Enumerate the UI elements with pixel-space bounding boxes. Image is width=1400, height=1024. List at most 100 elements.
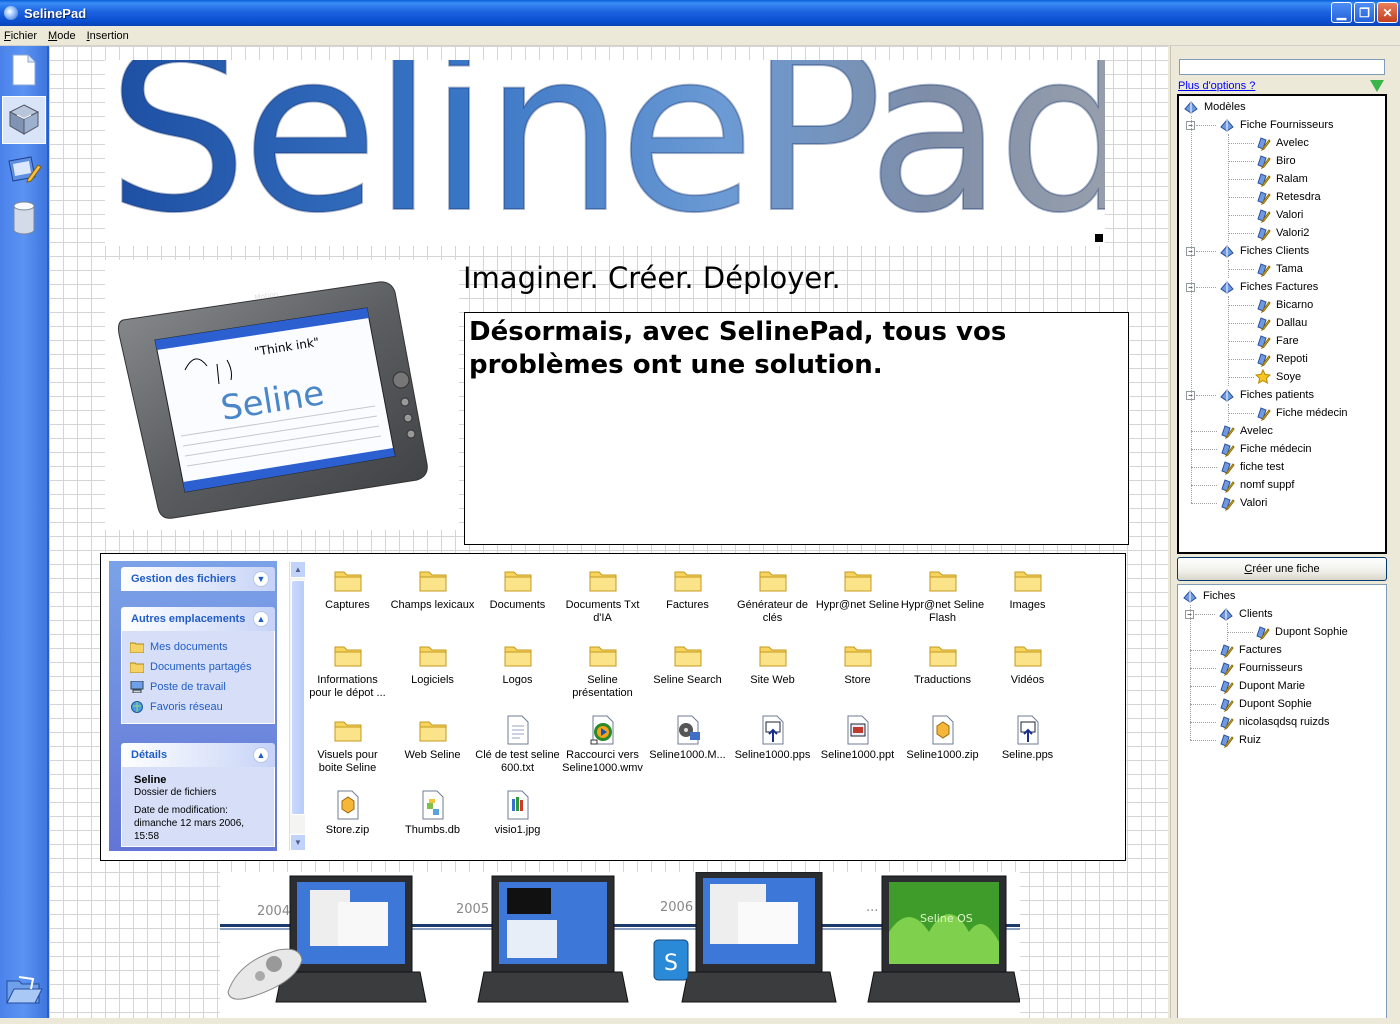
restore-button[interactable]: ❐ bbox=[1354, 2, 1375, 23]
file-item[interactable]: Seline Search bbox=[645, 639, 730, 687]
file-item[interactable]: Seline1000.zip bbox=[900, 714, 985, 762]
database-icon[interactable] bbox=[4, 198, 44, 238]
collapse-chevron-icon[interactable]: ▲ bbox=[253, 747, 269, 763]
file-item[interactable]: Factures bbox=[645, 564, 730, 612]
link-documents-partages[interactable]: Documents partagés bbox=[129, 657, 266, 677]
tree-leaf[interactable]: Bicarno bbox=[1255, 296, 1313, 314]
tree-item[interactable]: nicolasqdsq ruizds bbox=[1218, 713, 1330, 731]
templates-tree[interactable]: Modèles − Fiche Fournisseurs Avelec Biro Rala… bbox=[1177, 94, 1387, 554]
tree-group[interactable]: Fiches Clients bbox=[1219, 242, 1309, 260]
tree-leaf[interactable]: Fare bbox=[1255, 332, 1299, 350]
tree-leaf[interactable]: Dallau bbox=[1255, 314, 1307, 332]
tree-item[interactable]: Avelec bbox=[1219, 422, 1273, 440]
new-page-icon[interactable] bbox=[4, 50, 44, 90]
file-item[interactable]: Logiciels bbox=[390, 639, 475, 687]
link-mes-documents[interactable]: Mes documents bbox=[129, 637, 266, 657]
tree-item[interactable]: Valori bbox=[1219, 494, 1267, 512]
file-item[interactable]: Vidéos bbox=[985, 639, 1070, 687]
expand-arrow-icon[interactable] bbox=[1370, 80, 1384, 92]
file-item[interactable]: Seline1000.pps bbox=[730, 714, 815, 762]
details-header[interactable]: Détails ▲ bbox=[121, 743, 275, 767]
file-item[interactable]: Hypr@net Seline bbox=[815, 564, 900, 612]
other-places-header[interactable]: Autres emplacements ▲ bbox=[121, 607, 275, 631]
tree-item[interactable]: nomf suppf bbox=[1219, 476, 1294, 494]
close-button[interactable]: ✕ bbox=[1377, 2, 1398, 23]
design-canvas[interactable]: SelinePad SelinePad "Think ink" Seline M… bbox=[49, 46, 1168, 1018]
file-item[interactable]: Clé de test seline 600.txt bbox=[475, 714, 560, 775]
file-item[interactable]: Images bbox=[985, 564, 1070, 612]
file-explorer[interactable]: Gestion des fichiers ▼ Autres emplacemen… bbox=[100, 553, 1126, 861]
tree-item[interactable]: Fiche médecin bbox=[1219, 440, 1312, 458]
tree-item[interactable]: Factures bbox=[1218, 641, 1282, 659]
scroll-down-arrow-icon[interactable]: ▼ bbox=[290, 834, 306, 851]
edit-form-icon[interactable] bbox=[4, 150, 44, 190]
headline-textbox[interactable]: Désormais, avec SelinePad, tous vos prob… bbox=[464, 312, 1129, 545]
task-pane-scrollbar[interactable]: ▲ ▼ bbox=[289, 561, 306, 851]
tree-leaf[interactable]: Soye bbox=[1254, 368, 1301, 386]
tree-group[interactable]: Fiches patients bbox=[1219, 386, 1314, 404]
records-tree[interactable]: Fiches − Clients Dupont Sophie Factures Fourn… bbox=[1177, 584, 1387, 1020]
menu-fichier[interactable]: Fichier bbox=[4, 30, 37, 42]
tree-root[interactable]: Fiches bbox=[1182, 587, 1235, 605]
tree-leaf[interactable]: Dupont Sophie bbox=[1254, 623, 1348, 641]
create-record-button[interactable]: Créer une fiche bbox=[1177, 557, 1387, 581]
file-item[interactable]: Hypr@net Seline Flash bbox=[900, 564, 985, 625]
link-favoris-reseau[interactable]: Favoris réseau bbox=[130, 697, 266, 717]
menu-insertion[interactable]: Insertion bbox=[87, 30, 129, 42]
tree-item[interactable]: Fournisseurs bbox=[1218, 659, 1303, 677]
tree-leaf[interactable]: Ralam bbox=[1255, 170, 1308, 188]
modules-icon[interactable] bbox=[2, 96, 46, 144]
file-item[interactable]: Seline1000.ppt bbox=[815, 714, 900, 762]
file-item[interactable]: Informations pour le dépot ... bbox=[305, 639, 390, 700]
open-folder-icon[interactable] bbox=[4, 970, 44, 1010]
file-item[interactable]: Traductions bbox=[900, 639, 985, 687]
search-input[interactable] bbox=[1179, 59, 1385, 75]
file-item[interactable]: Captures bbox=[305, 564, 390, 612]
file-item[interactable]: Store bbox=[815, 639, 900, 687]
tree-item[interactable]: Ruiz bbox=[1218, 731, 1261, 749]
file-item[interactable]: Seline1000.M... bbox=[645, 714, 730, 762]
file-item[interactable]: visio1.jpg bbox=[475, 789, 560, 837]
tree-item[interactable]: fiche test bbox=[1219, 458, 1284, 476]
file-management-header[interactable]: Gestion des fichiers ▼ bbox=[121, 567, 275, 591]
scroll-thumb[interactable] bbox=[291, 580, 305, 815]
file-item[interactable]: Raccourci vers Seline1000.wmv bbox=[560, 714, 645, 775]
file-item[interactable]: Store.zip bbox=[305, 789, 390, 837]
file-item[interactable]: Site Web bbox=[730, 639, 815, 687]
resize-handle[interactable] bbox=[1095, 234, 1103, 242]
scroll-up-arrow-icon[interactable]: ▲ bbox=[290, 561, 306, 578]
file-item[interactable]: Champs lexicaux bbox=[390, 564, 475, 612]
collapse-chevron-icon[interactable]: ▲ bbox=[253, 611, 269, 627]
tree-leaf[interactable]: Fiche médecin bbox=[1255, 404, 1348, 422]
file-item[interactable]: Logos bbox=[475, 639, 560, 687]
tree-leaf[interactable]: Valori2 bbox=[1255, 224, 1309, 242]
file-item[interactable]: Visuels pour boite Seline bbox=[305, 714, 390, 775]
tree-leaf[interactable]: Avelec bbox=[1255, 134, 1309, 152]
timeline-image[interactable]: S Seline OS 2004 2005 2006 ... bbox=[220, 872, 1020, 1018]
tree-leaf[interactable]: Retesdra bbox=[1255, 188, 1321, 206]
menu-mode[interactable]: Mode bbox=[48, 30, 76, 42]
logo-block[interactable]: SelinePad SelinePad bbox=[105, 60, 1105, 246]
tree-leaf[interactable]: Biro bbox=[1255, 152, 1296, 170]
expand-chevron-icon[interactable]: ▼ bbox=[253, 571, 269, 587]
tablet-image[interactable]: "Think ink" Seline Motion bbox=[105, 260, 459, 530]
tree-group[interactable]: Fiches Factures bbox=[1219, 278, 1318, 296]
tree-item[interactable]: Dupont Sophie bbox=[1218, 695, 1312, 713]
file-item[interactable]: Web Seline bbox=[390, 714, 475, 762]
tree-leaf[interactable]: Tama bbox=[1255, 260, 1303, 278]
tree-group[interactable]: Clients bbox=[1218, 605, 1273, 623]
tree-leaf[interactable]: Valori bbox=[1255, 206, 1303, 224]
file-item[interactable]: Seline présentation bbox=[560, 639, 645, 700]
file-item[interactable]: Documents bbox=[475, 564, 560, 612]
tree-root[interactable]: Modèles bbox=[1183, 98, 1246, 116]
file-item[interactable]: Seline.pps bbox=[985, 714, 1070, 762]
more-options-link[interactable]: Plus d'options ? bbox=[1178, 80, 1255, 92]
tree-group[interactable]: Fiche Fournisseurs bbox=[1219, 116, 1334, 134]
file-item[interactable]: Générateur de clés bbox=[730, 564, 815, 625]
file-item[interactable]: Documents Txt d'IA bbox=[560, 564, 645, 625]
tree-leaf[interactable]: Repoti bbox=[1255, 350, 1308, 368]
minimize-button[interactable]: ▁ bbox=[1331, 2, 1352, 23]
link-poste-de-travail[interactable]: Poste de travail bbox=[130, 677, 266, 697]
tree-item[interactable]: Dupont Marie bbox=[1218, 677, 1305, 695]
tagline[interactable]: Imaginer. Créer. Déployer. bbox=[463, 261, 841, 295]
